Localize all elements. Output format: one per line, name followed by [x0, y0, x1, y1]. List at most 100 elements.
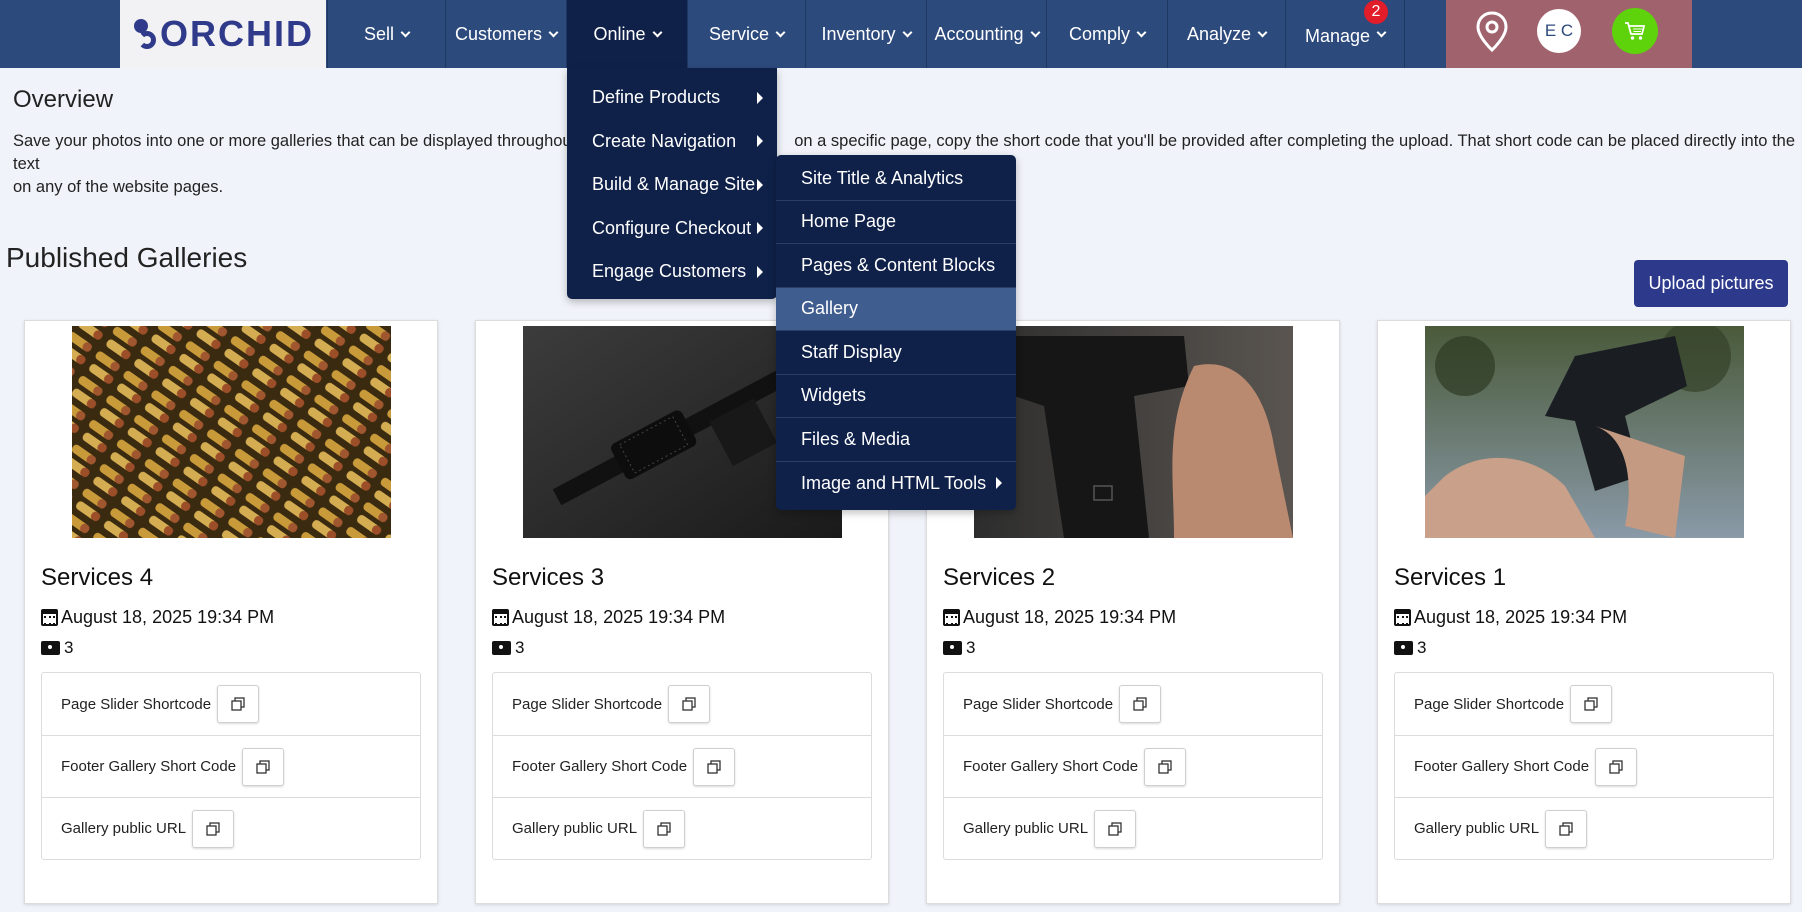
- caret-right-icon: [757, 265, 763, 278]
- top-navbar: ORCHID Sell Customers Online Service Inv…: [0, 0, 1802, 68]
- caret-right-icon: [757, 91, 763, 104]
- page-slider-shortcode-row: Page Slider Shortcode: [493, 673, 871, 735]
- copy-icon: [1584, 697, 1598, 711]
- nav-customers[interactable]: Customers: [445, 0, 566, 68]
- caret-right-icon: [757, 222, 763, 235]
- gallery-public-url-row: Gallery public URL: [1395, 797, 1773, 859]
- copy-icon: [256, 759, 270, 774]
- calendar-icon: [1394, 609, 1411, 626]
- gallery-title: Services 2: [943, 564, 1056, 591]
- calendar-icon: [492, 609, 509, 626]
- shortcode-list: Page Slider Shortcode Footer Gallery Sho…: [41, 672, 421, 860]
- orchid-logo-icon: [132, 17, 158, 51]
- gallery-date: August 18, 2025 19:34 PM: [41, 607, 274, 628]
- overview-title: Overview: [13, 86, 114, 113]
- cart-button[interactable]: [1612, 8, 1658, 54]
- gallery-thumbnail[interactable]: [1425, 326, 1744, 538]
- gallery-photo-count: 3: [41, 638, 73, 658]
- copy-icon: [1133, 697, 1147, 711]
- footer-gallery-shortcode-row: Footer Gallery Short Code: [42, 735, 420, 797]
- gallery-public-url-row: Gallery public URL: [493, 797, 871, 859]
- nav-online[interactable]: Online: [566, 0, 687, 68]
- caret-right-icon: [757, 178, 763, 191]
- copy-icon: [1559, 821, 1573, 836]
- notification-badge: 2: [1364, 0, 1388, 24]
- chevron-down-icon: [400, 27, 411, 37]
- copy-icon: [1158, 759, 1172, 774]
- gallery-photo-count: 3: [943, 638, 975, 658]
- menu-item-create-navigation[interactable]: Create Navigation: [567, 120, 777, 164]
- copy-slider-shortcode-button[interactable]: [668, 685, 711, 723]
- submenu-item-site-title-analytics[interactable]: Site Title & Analytics: [776, 157, 1016, 201]
- nav-service[interactable]: Service: [687, 0, 805, 68]
- caret-right-icon: [757, 135, 763, 148]
- copy-footer-shortcode-button[interactable]: [1595, 747, 1638, 786]
- chevron-down-icon: [1030, 27, 1040, 37]
- copy-public-url-button[interactable]: [643, 809, 686, 848]
- copy-icon: [206, 821, 220, 836]
- copy-public-url-button[interactable]: [1545, 809, 1588, 848]
- gallery-date: August 18, 2025 19:34 PM: [943, 607, 1176, 628]
- chevron-down-icon: [548, 27, 559, 37]
- chevron-down-icon: [902, 27, 912, 37]
- copy-slider-shortcode-button[interactable]: [217, 685, 260, 723]
- submenu-item-staff-display[interactable]: Staff Display: [776, 331, 1016, 375]
- chevron-down-icon: [652, 27, 662, 37]
- calendar-icon: [41, 609, 58, 626]
- shortcode-list: Page Slider Shortcode Footer Gallery Sho…: [1394, 672, 1774, 860]
- shortcode-list: Page Slider Shortcode Footer Gallery Sho…: [943, 672, 1323, 860]
- caret-right-icon: [996, 477, 1002, 490]
- nav-inventory[interactable]: Inventory: [805, 0, 926, 68]
- page-slider-shortcode-row: Page Slider Shortcode: [1395, 673, 1773, 735]
- copy-icon: [231, 697, 245, 711]
- copy-slider-shortcode-button[interactable]: [1119, 685, 1162, 723]
- copy-public-url-button[interactable]: [192, 809, 235, 848]
- chevron-down-icon: [1376, 27, 1387, 37]
- copy-icon: [1609, 759, 1623, 774]
- submenu-item-gallery[interactable]: Gallery: [776, 287, 1016, 331]
- gallery-date: August 18, 2025 19:34 PM: [1394, 607, 1627, 628]
- calendar-icon: [943, 609, 960, 626]
- copy-icon: [1108, 821, 1122, 836]
- copy-public-url-button[interactable]: [1094, 809, 1137, 848]
- gallery-card: Services 1 August 18, 2025 19:34 PM 3 Pa…: [1377, 320, 1791, 904]
- menu-item-define-products[interactable]: Define Products: [567, 76, 777, 120]
- brand-logo[interactable]: ORCHID: [120, 0, 326, 68]
- nav-sell[interactable]: Sell: [327, 0, 445, 68]
- menu-item-configure-checkout[interactable]: Configure Checkout: [567, 207, 777, 251]
- nav-comply[interactable]: Comply: [1046, 0, 1167, 68]
- camera-icon: [1394, 641, 1413, 655]
- nav-manage[interactable]: Manage 2: [1285, 0, 1405, 68]
- gallery-photo-count: 3: [1394, 638, 1426, 658]
- menu-item-engage-customers[interactable]: Engage Customers: [567, 250, 777, 294]
- copy-slider-shortcode-button[interactable]: [1570, 685, 1613, 723]
- copy-footer-shortcode-button[interactable]: [1144, 747, 1187, 786]
- gallery-public-url-row: Gallery public URL: [42, 797, 420, 859]
- upload-pictures-button[interactable]: Upload pictures: [1634, 260, 1788, 307]
- gallery-date: August 18, 2025 19:34 PM: [492, 607, 725, 628]
- cart-icon: [1625, 22, 1646, 40]
- menu-item-build-manage-site[interactable]: Build & Manage Site: [567, 163, 777, 207]
- footer-gallery-shortcode-row: Footer Gallery Short Code: [944, 735, 1322, 797]
- page-slider-shortcode-row: Page Slider Shortcode: [42, 673, 420, 735]
- shortcode-list: Page Slider Shortcode Footer Gallery Sho…: [492, 672, 872, 860]
- copy-icon: [657, 821, 671, 836]
- copy-footer-shortcode-button[interactable]: [693, 747, 736, 786]
- user-avatar[interactable]: E C: [1537, 9, 1581, 53]
- online-dropdown-menu: Define Products Create Navigation Build …: [567, 68, 777, 299]
- submenu-item-pages-content-blocks[interactable]: Pages & Content Blocks: [776, 244, 1016, 288]
- page-slider-shortcode-row: Page Slider Shortcode: [944, 673, 1322, 735]
- gallery-public-url-row: Gallery public URL: [944, 797, 1322, 859]
- nav-analyze[interactable]: Analyze: [1167, 0, 1285, 68]
- submenu-item-home-page[interactable]: Home Page: [776, 201, 1016, 244]
- nav-accounting[interactable]: Accounting: [926, 0, 1046, 68]
- submenu-item-widgets[interactable]: Widgets: [776, 375, 1016, 418]
- chevron-down-icon: [775, 27, 786, 37]
- submenu-item-image-html-tools[interactable]: Image and HTML Tools: [776, 462, 1016, 506]
- copy-footer-shortcode-button[interactable]: [242, 747, 285, 786]
- location-pin-icon[interactable]: [1474, 10, 1510, 54]
- gallery-thumbnail[interactable]: [974, 326, 1293, 538]
- footer-gallery-shortcode-row: Footer Gallery Short Code: [1395, 735, 1773, 797]
- gallery-thumbnail[interactable]: [72, 326, 391, 538]
- submenu-item-files-media[interactable]: Files & Media: [776, 418, 1016, 462]
